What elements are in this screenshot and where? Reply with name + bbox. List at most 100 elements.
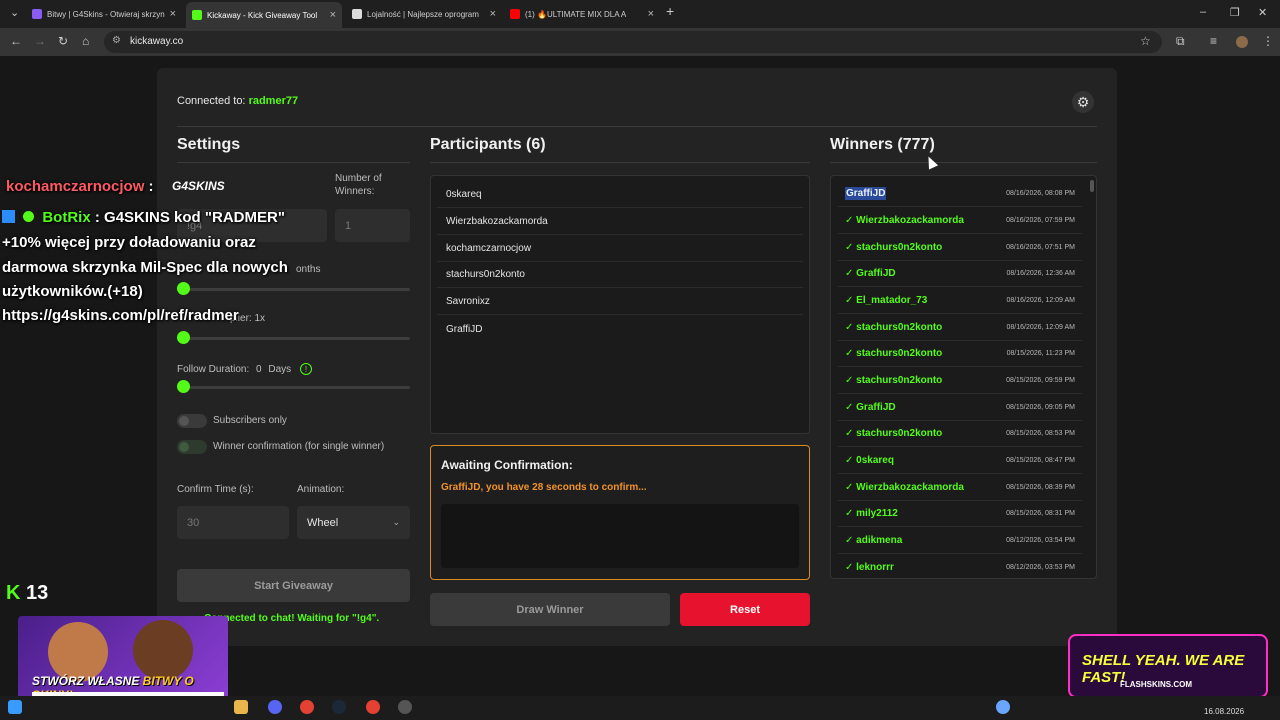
obs-icon[interactable] (398, 700, 412, 714)
winner-row: ✓ stachurs0n2konto 08/15/2026, 11:23 PM (838, 341, 1082, 367)
chevron-down-icon: ⌄ (392, 517, 400, 527)
fighter-image (133, 620, 193, 680)
participant-row: Wierzbakozackamorda (437, 209, 803, 235)
divider (430, 162, 810, 163)
settings-gear-icon[interactable]: ⚙ (1072, 91, 1094, 113)
close-icon[interactable]: × (490, 8, 496, 20)
close-icon[interactable]: × (330, 9, 336, 21)
url-field[interactable]: ⚙ kickaway.co ☆ (104, 31, 1162, 53)
winner-row: ✓ El_matador_73 08/16/2026, 12:09 AM (838, 288, 1082, 314)
restore-button[interactable]: ❐ (1230, 6, 1240, 19)
back-icon[interactable]: ← (10, 34, 22, 48)
follow-duration-label: Follow Duration: 0 Days ! (177, 363, 312, 375)
animation-label: Animation: (297, 484, 345, 495)
extensions-icon[interactable]: ⧉ (1176, 34, 1185, 49)
confirm-time-input[interactable]: 30 (177, 506, 289, 539)
tab-youtube[interactable]: (1) 🔥ULTIMATE MIX DLA A × (504, 4, 660, 24)
tab-bar: ⌄ Bitwy | G4Skins - Otwieraj skrzyn × Ki… (0, 0, 1280, 28)
start-giveaway-button[interactable]: Start Giveaway (177, 569, 410, 602)
multiplier-slider[interactable] (177, 337, 410, 340)
close-icon[interactable]: × (170, 8, 176, 20)
subscribers-only-toggle[interactable] (177, 414, 207, 428)
taskbar-date: 16.08.2026 (1204, 707, 1245, 716)
onedrive-icon[interactable] (996, 700, 1010, 714)
chat-message-user: kochamczarnocjow : (6, 178, 154, 195)
participant-row: stachurs0n2konto (437, 262, 803, 288)
steam-icon[interactable] (332, 700, 346, 714)
chrome-icon[interactable] (300, 700, 314, 714)
chat-message-line: darmowa skrzynka Mil-Spec dla nowych (2, 259, 288, 276)
url-text: kickaway.co (130, 36, 184, 47)
divider (830, 162, 1097, 163)
winner-row: ✓ adikmena 08/12/2026, 03:54 PM (838, 528, 1082, 554)
minimize-button[interactable]: – (1200, 6, 1206, 18)
bookmark-star-icon[interactable]: ☆ (1140, 34, 1151, 48)
viewer-count: K 13 (6, 582, 49, 604)
winners-scrollbar[interactable] (1090, 180, 1094, 192)
site-info-icon[interactable]: ⚙ (112, 35, 121, 46)
forward-icon[interactable]: → (34, 34, 46, 48)
site-favicon-icon (352, 9, 362, 19)
winner-row: ✓ Wierzbakozackamorda 08/15/2026, 08:39 P… (838, 475, 1082, 501)
connected-username: radmer77 (248, 95, 299, 107)
draw-winner-button[interactable]: Draw Winner (430, 593, 670, 626)
awaiting-title: Awaiting Confirmation: (441, 458, 573, 472)
num-winners-input[interactable]: 1 (335, 209, 410, 242)
g4skins-favicon-icon (32, 9, 42, 19)
subscribers-only-label: Subscribers only (213, 415, 287, 426)
follow-duration-slider-handle[interactable] (177, 380, 190, 393)
media-icon[interactable]: ≡ (1210, 34, 1217, 48)
winner-row: ✓ Wierzbakozackamorda 08/16/2026, 07:59 P… (838, 208, 1082, 234)
winner-row: ✓ mily2112 08/15/2026, 08:31 PM (838, 501, 1082, 527)
participant-row: Savronixz (437, 289, 803, 315)
chat-message-bot: BotRix : G4SKINS kod "RADMER" (2, 209, 285, 226)
tab-search-icon[interactable]: ⌄ (10, 6, 19, 19)
tab-kickaway[interactable]: Kickaway - Kick Giveaway Tool × (186, 2, 342, 28)
divider (177, 126, 1097, 127)
kick-logo-icon: K (6, 582, 21, 604)
taskbar (0, 696, 1280, 720)
menu-icon[interactable]: ⋮ (1262, 34, 1274, 48)
connection-status: Connected to: radmer77 (177, 95, 299, 107)
home-icon[interactable]: ⌂ (82, 34, 89, 48)
tab-g4skins[interactable]: Bitwy | G4Skins - Otwieraj skrzyn × (26, 4, 182, 24)
chat-message-line: +10% więcej przy doładowaniu oraz (2, 234, 256, 251)
divider (177, 162, 410, 163)
participant-row: GraffiJD (446, 323, 483, 335)
shell-brand: FLASHSKINS.COM (1120, 680, 1192, 689)
months-label: onths (296, 264, 321, 275)
tab-lojalnosc[interactable]: Lojalność | Najlepsze oprogram × (346, 4, 502, 24)
chrome-active-icon[interactable] (366, 700, 380, 714)
winner-row: ✓ GraffiJD 08/15/2026, 09:05 PM (838, 395, 1082, 421)
close-window-button[interactable]: ✕ (1258, 6, 1267, 19)
months-slider-handle[interactable] (177, 282, 190, 295)
file-explorer-icon[interactable] (234, 700, 248, 714)
info-icon[interactable]: ! (299, 363, 312, 375)
windows-start-icon[interactable] (8, 700, 22, 714)
reload-icon[interactable]: ↻ (58, 34, 68, 48)
profile-avatar[interactable] (1236, 36, 1248, 48)
num-winners-label: Number of Winners: (335, 173, 382, 197)
winner-row: ✓ leknorrr 08/12/2026, 03:53 PM (845, 561, 1075, 573)
reset-button[interactable]: Reset (680, 593, 810, 626)
multiplier-slider-handle[interactable] (177, 331, 190, 344)
close-icon[interactable]: × (648, 8, 654, 20)
participant-row: 0skareq (437, 182, 803, 208)
new-tab-button[interactable]: + (666, 3, 674, 19)
discord-icon[interactable] (268, 700, 282, 714)
settings-title: Settings (177, 136, 241, 153)
verified-badge-icon (23, 211, 35, 222)
winner-confirmation-toggle[interactable] (177, 440, 207, 454)
animation-select[interactable]: Wheel ⌄ (297, 506, 410, 539)
g4skins-logo: G4SKINS (172, 179, 225, 193)
awaiting-chat-area (441, 504, 799, 568)
winner-row: ✓ stachurs0n2konto 08/16/2026, 12:09 AM (838, 315, 1082, 341)
awaiting-confirmation-box: Awaiting Confirmation: GraffiJD, you hav… (430, 445, 810, 580)
winner-row: GraffiJD 08/16/2026, 08:08 PM (838, 181, 1082, 207)
participants-list: 0skareq Wierzbakozackamorda kochamczarno… (430, 175, 810, 434)
months-slider[interactable] (177, 288, 410, 291)
flashskins-banner: SHELL YEAH. WE ARE FAST! FLASHSKINS.COM (1068, 634, 1268, 698)
participants-title: Participants (6) (430, 136, 546, 153)
kick-favicon-icon (192, 10, 202, 20)
follow-duration-slider[interactable] (177, 386, 410, 389)
